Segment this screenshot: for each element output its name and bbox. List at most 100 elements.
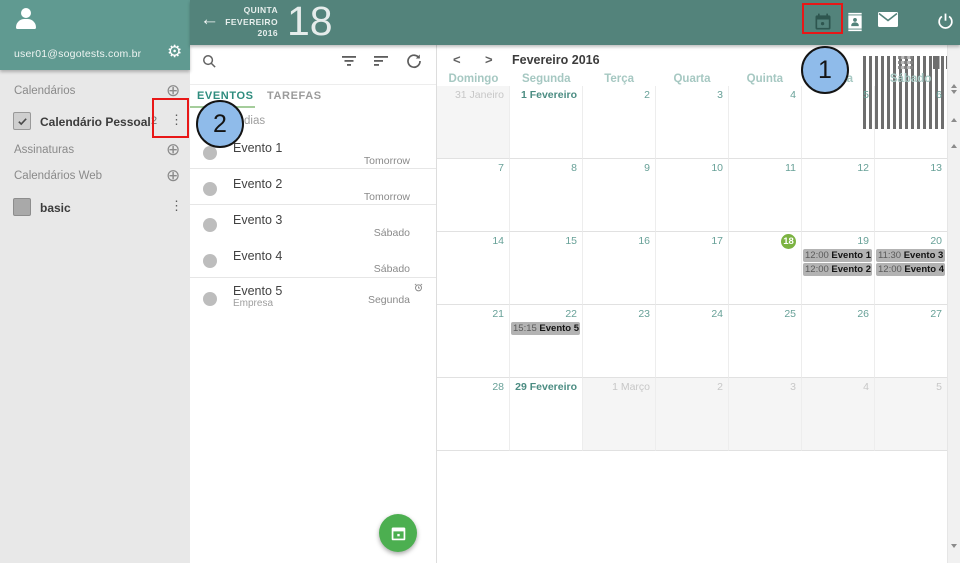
year-label: 2016 [222, 28, 278, 40]
logout-power-icon[interactable] [936, 12, 956, 32]
day-cell[interactable]: 20 11:30 Evento 3 12:00 Evento 4 [875, 232, 947, 305]
list-item[interactable]: Evento 2 Tomorrow [190, 169, 436, 204]
day-cell[interactable]: 25 [729, 305, 802, 378]
personal-calendar-checkbox[interactable] [13, 112, 31, 130]
event-color-bullet [203, 218, 217, 232]
account-email: user01@sogotests.com.br [14, 48, 141, 60]
search-icon[interactable] [202, 54, 217, 69]
event-chip[interactable]: 12:00 Evento 1 [803, 249, 872, 262]
day-cell[interactable]: 21 [437, 305, 510, 378]
add-subscription-icon[interactable]: ⊕ [166, 141, 180, 158]
scroll-down-icon[interactable] [951, 544, 957, 548]
settings-gear-icon[interactable]: ⚙ [167, 43, 182, 60]
user-avatar-icon [21, 8, 31, 18]
weekday-label: QUINTA [222, 5, 278, 17]
new-event-fab-button[interactable] [379, 514, 417, 552]
day-cell[interactable]: 13 [875, 159, 947, 232]
event-when: Sábado [374, 263, 410, 275]
day-cell[interactable]: 14 [437, 232, 510, 305]
day-cell[interactable]: 1 Fevereiro [510, 86, 583, 159]
day-cell[interactable]: 17 [656, 232, 729, 305]
mail-module-icon[interactable] [878, 12, 898, 32]
calendar-scrollbar[interactable] [947, 45, 960, 563]
event-chip[interactable]: 12:00 Evento 2 [803, 263, 872, 276]
view-month-icon[interactable] [898, 56, 913, 69]
day-cell[interactable]: 23 [583, 305, 656, 378]
check-icon [17, 116, 28, 127]
annotation-box-2 [152, 98, 189, 138]
scroll-up-icon[interactable] [951, 84, 957, 88]
event-when: Tomorrow [364, 155, 410, 167]
calendar-week-row: 21 22 15:15 Evento 5 23 24 25 26 27 [437, 305, 947, 378]
day-cell[interactable]: 26 [802, 305, 875, 378]
day-cell[interactable]: 12 [802, 159, 875, 232]
web-calendars-section-label: Calendários Web [14, 170, 102, 182]
back-arrow-icon[interactable]: ← [200, 9, 219, 31]
add-web-calendar-icon[interactable]: ⊕ [166, 167, 180, 184]
day-cell[interactable]: 28 [437, 378, 510, 451]
day-cell[interactable]: 15 [510, 232, 583, 305]
scroll-down-icon[interactable] [951, 90, 957, 94]
day-cell[interactable]: 5 [802, 86, 875, 159]
event-chip[interactable]: 11:30 Evento 3 [876, 249, 945, 262]
day-cell[interactable]: 7 [437, 159, 510, 232]
calendar-week-row: 28 29 Fevereiro 1 Março 2 3 4 5 [437, 378, 947, 451]
view-multiweek-icon[interactable] [933, 56, 948, 69]
basic-calendar-swatch[interactable] [13, 198, 31, 216]
event-when: Tomorrow [364, 191, 410, 203]
list-search-toolbar [190, 45, 436, 85]
day-cell[interactable]: 31 Janeiro [437, 86, 510, 159]
day-cell[interactable]: 9 [583, 159, 656, 232]
filter-icon[interactable] [341, 55, 357, 67]
event-color-bullet [203, 146, 217, 160]
day-cell[interactable]: 1 Março [583, 378, 656, 451]
weekday-header: Terça [583, 73, 656, 86]
day-cell[interactable]: 3 [656, 86, 729, 159]
day-cell[interactable]: 3 [729, 378, 802, 451]
contacts-module-icon[interactable] [845, 12, 865, 32]
scroll-up-icon[interactable] [951, 118, 957, 122]
day-cell[interactable]: 22 15:15 Evento 5 [510, 305, 583, 378]
day-cell[interactable]: 27 [875, 305, 947, 378]
calendar-plus-icon [390, 525, 407, 542]
day-cell[interactable]: 10 [656, 159, 729, 232]
next-month-icon[interactable]: > [485, 52, 493, 67]
account-header: user01@sogotests.com.br ⚙ [0, 0, 190, 70]
day-cell[interactable]: 8 [510, 159, 583, 232]
event-title: Evento 1 [233, 141, 282, 155]
calendars-section-label: Calendários [14, 85, 75, 97]
event-subtitle: Empresa [233, 298, 273, 309]
list-item[interactable]: Evento 3 Sábado [190, 205, 436, 240]
event-title: Evento 2 [233, 177, 282, 191]
day-cell[interactable]: 16 [583, 232, 656, 305]
list-item[interactable]: Evento 5 Empresa Segunda [190, 278, 436, 316]
sort-icon[interactable] [373, 55, 389, 67]
list-item[interactable]: Evento 4 Sábado [190, 240, 436, 276]
event-chip[interactable]: 15:15 Evento 5 [511, 322, 580, 335]
subscriptions-section-label: Assinaturas [14, 144, 74, 156]
basic-calendar-label: basic [40, 201, 71, 215]
day-cell[interactable]: 6 [875, 86, 947, 159]
event-color-bullet [203, 292, 217, 306]
prev-month-icon[interactable]: < [453, 52, 461, 67]
calendar-week-row: 14 15 16 17 18 19 12:00 Evento 1 12:00 E… [437, 232, 947, 305]
day-cell-today[interactable]: 18 [729, 232, 802, 305]
month-label: FEVEREIRO [222, 17, 278, 29]
day-cell[interactable]: 2 [656, 378, 729, 451]
day-cell[interactable]: 11 [729, 159, 802, 232]
tab-tasks[interactable]: TAREFAS [267, 90, 322, 102]
event-chip[interactable]: 12:00 Evento 4 [876, 263, 945, 276]
sidebar-item-basic-calendar[interactable]: basic ⋮ [0, 190, 190, 226]
day-cell[interactable]: 24 [656, 305, 729, 378]
scroll-up-icon[interactable] [951, 144, 957, 148]
day-cell[interactable]: 5 [875, 378, 947, 451]
day-cell[interactable]: 29 Fevereiro [510, 378, 583, 451]
day-cell[interactable]: 2 [583, 86, 656, 159]
weekday-header: Quinta [728, 73, 801, 86]
add-calendar-icon[interactable]: ⊕ [166, 82, 180, 99]
refresh-icon[interactable] [406, 53, 422, 69]
day-cell[interactable]: 4 [802, 378, 875, 451]
basic-calendar-menu-icon[interactable]: ⋮ [170, 199, 183, 213]
day-cell[interactable]: 19 12:00 Evento 1 12:00 Evento 2 [802, 232, 875, 305]
day-cell[interactable]: 4 [729, 86, 802, 159]
